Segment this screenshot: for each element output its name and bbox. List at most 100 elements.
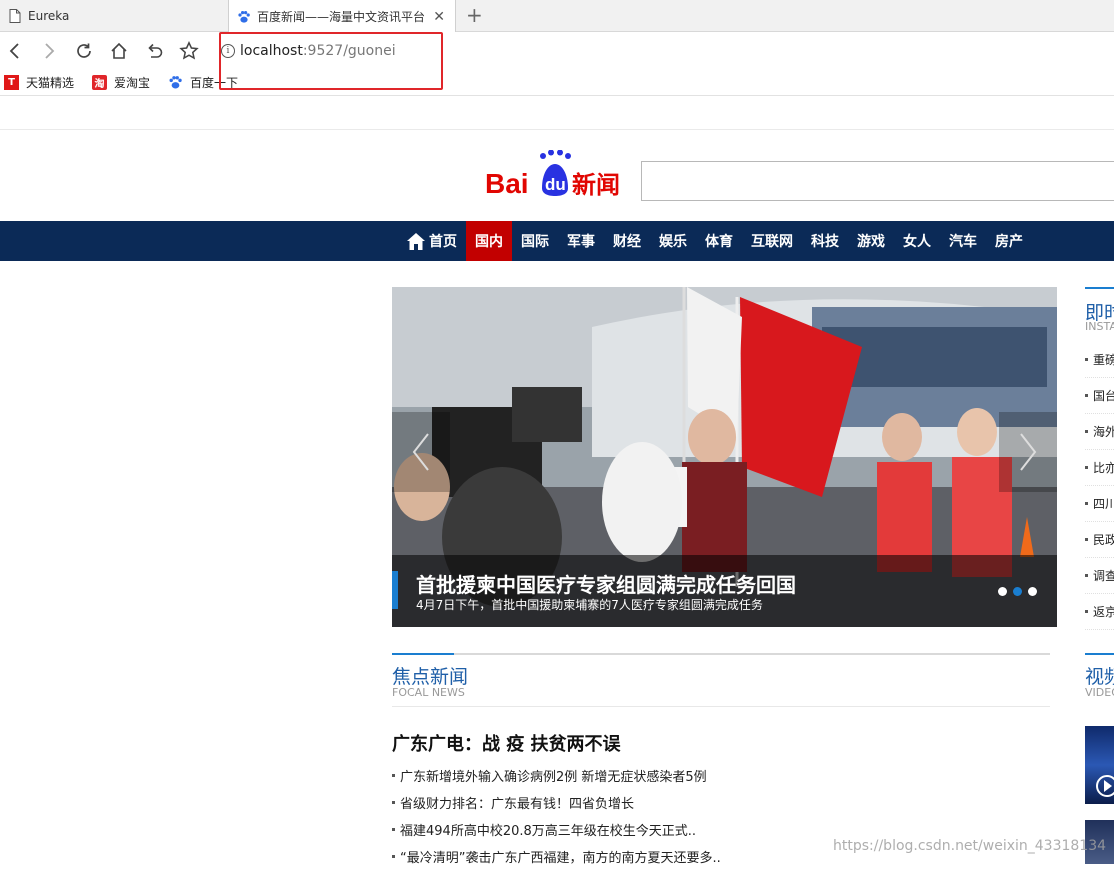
instant-news-list: 重磅 国台 海外 比亦 四川 民政 调查 返京 xyxy=(1085,342,1114,630)
news-link[interactable]: 省级财力排名：广东最有钱！四省负增长 xyxy=(400,793,634,812)
reload-button[interactable] xyxy=(73,40,95,62)
nav-item-label: 女人 xyxy=(903,234,931,250)
new-tab-button[interactable]: + xyxy=(466,5,483,25)
news-link[interactable]: 广东新增境外输入确诊病例2例 新增无症状感染者5例 xyxy=(400,766,707,785)
slider-dot-active[interactable] xyxy=(1013,587,1022,596)
back-button[interactable] xyxy=(4,40,26,62)
news-link[interactable]: 重磅 xyxy=(1093,351,1114,368)
section-divider xyxy=(1085,653,1114,655)
close-icon[interactable]: ✕ xyxy=(433,9,445,25)
slide-caption: 首批援柬中国医疗专家组圆满完成任务回国 4月7日下午，首批中国援助柬埔寨的7人医… xyxy=(392,555,1057,627)
taobao-icon: 淘 xyxy=(92,75,108,90)
list-item[interactable]: 广东新增境外输入确诊病例2例 新增无症状感染者5例 xyxy=(392,762,721,789)
svg-text:新闻: 新闻 xyxy=(572,171,620,199)
chevron-left-icon xyxy=(9,43,19,59)
list-item[interactable]: 省级财力排名：广东最有钱！四省负增长 xyxy=(392,789,721,816)
tmall-icon: T xyxy=(4,75,19,90)
slider-pagination xyxy=(992,587,1037,596)
nav-item-keji[interactable]: 科技 xyxy=(802,221,848,261)
bullet xyxy=(1085,538,1088,541)
list-item[interactable]: 国台 xyxy=(1085,378,1114,414)
forward-button[interactable] xyxy=(38,40,60,62)
baidu-news-logo[interactable]: Bai du 新闻 xyxy=(485,149,625,200)
nav-item-label: 财经 xyxy=(613,234,641,250)
news-link[interactable]: 国台 xyxy=(1093,387,1114,404)
video-thumbnail[interactable] xyxy=(1085,726,1114,804)
nav-item-label: 国内 xyxy=(475,234,503,250)
nav-item-label: 游戏 xyxy=(857,234,885,250)
list-item[interactable]: 重磅 xyxy=(1085,342,1114,378)
bookmark-label: 天猫精选 xyxy=(26,76,75,90)
news-link[interactable]: 调查 xyxy=(1093,567,1114,584)
bullet xyxy=(392,855,395,858)
favorite-button[interactable] xyxy=(178,40,200,62)
list-item[interactable]: “最冷清明”袭击广东广西福建，南方的南方夏天还要多.. xyxy=(392,843,721,870)
nav-item-hulianwang[interactable]: 互联网 xyxy=(742,221,802,261)
bookmark-tmall[interactable]: T 天猫精选 xyxy=(4,74,74,91)
nav-item-caijing[interactable]: 财经 xyxy=(604,221,650,261)
section-divider xyxy=(392,653,1050,655)
nav-item-tiyu[interactable]: 体育 xyxy=(696,221,742,261)
nav-item-label: 汽车 xyxy=(949,234,977,250)
list-item[interactable]: 比亦 xyxy=(1085,450,1114,486)
nav-item-yule[interactable]: 娱乐 xyxy=(650,221,696,261)
nav-item-label: 体育 xyxy=(705,234,733,250)
bookmark-taobao[interactable]: 淘 爱淘宝 xyxy=(92,74,150,91)
video-section-title[interactable]: 视频 xyxy=(1085,662,1114,689)
news-link[interactable]: 四川 xyxy=(1093,495,1114,512)
tab-eureka[interactable]: Eureka xyxy=(0,0,228,32)
bookmarks-bar: T 天猫精选 淘 爱淘宝 百度一下 xyxy=(0,70,1114,96)
nav-item-label: 首页 xyxy=(429,234,457,250)
news-link[interactable]: 返京 xyxy=(1093,603,1114,620)
nav-item-home[interactable]: 首页 xyxy=(398,221,466,261)
tab-title: Eureka xyxy=(28,9,70,23)
tab-baidu-news[interactable]: 百度新闻——海量中文资讯平台 ✕ xyxy=(228,0,456,33)
list-item[interactable]: 民政 xyxy=(1085,522,1114,558)
slide-title[interactable]: 首批援柬中国医疗专家组圆满完成任务回国 xyxy=(416,569,796,598)
headline-slider[interactable]: 首批援柬中国医疗专家组圆满完成任务回国 4月7日下午，首批中国援助柬埔寨的7人医… xyxy=(392,287,1057,627)
list-item[interactable]: 调查 xyxy=(1085,558,1114,594)
slider-prev-button[interactable] xyxy=(392,412,450,492)
nav-item-qiche[interactable]: 汽车 xyxy=(940,221,986,261)
search-input[interactable] xyxy=(641,161,1114,201)
baidu-paw-icon xyxy=(237,10,251,24)
news-link[interactable]: 民政 xyxy=(1093,531,1114,548)
video-section-subtitle: VIDEO xyxy=(1085,686,1114,699)
list-item[interactable]: 海外 xyxy=(1085,414,1114,450)
nav-item-label: 房产 xyxy=(995,234,1023,250)
nav-item-nvren[interactable]: 女人 xyxy=(894,221,940,261)
undo-close-button[interactable] xyxy=(143,40,165,62)
annotation-highlight-box xyxy=(219,32,443,90)
list-item[interactable]: 返京 xyxy=(1085,594,1114,630)
list-item[interactable]: 四川 xyxy=(1085,486,1114,522)
focal-news-title[interactable]: 焦点新闻 xyxy=(392,662,468,689)
news-link[interactable]: 比亦 xyxy=(1093,459,1114,476)
bullet xyxy=(1085,358,1088,361)
caption-accent-bar xyxy=(392,571,398,609)
tab-title: 百度新闻——海量中文资讯平台 xyxy=(257,10,426,24)
home-button[interactable] xyxy=(108,40,130,62)
nav-item-youxi[interactable]: 游戏 xyxy=(848,221,894,261)
star-icon xyxy=(179,41,199,60)
news-link[interactable]: 福建494所高中校20.8万高三年级在校生今天正式.. xyxy=(400,820,696,839)
nav-item-fangchan[interactable]: 房产 xyxy=(986,221,1032,261)
focal-headline[interactable]: 广东广电：战 疫 扶贫两不误 xyxy=(392,730,621,756)
watermark: https://blog.csdn.net/weixin_43318134 xyxy=(833,838,1107,854)
slider-dot[interactable] xyxy=(1028,587,1037,596)
browser-toolbar: i localhost:9527/guonei xyxy=(0,32,1114,70)
nav-item-guoji[interactable]: 国际 xyxy=(512,221,558,261)
news-link[interactable]: “最冷清明”袭击广东广西福建，南方的南方夏天还要多.. xyxy=(400,847,721,866)
nav-item-guonei[interactable]: 国内 xyxy=(466,221,512,261)
news-link[interactable]: 海外 xyxy=(1093,423,1114,440)
bullet xyxy=(1085,466,1088,469)
bullet xyxy=(1085,610,1088,613)
section-divider xyxy=(1085,287,1114,289)
nav-item-label: 娱乐 xyxy=(659,234,687,250)
bullet xyxy=(392,801,395,804)
nav-item-junshi[interactable]: 军事 xyxy=(558,221,604,261)
play-icon xyxy=(1096,775,1114,797)
slider-next-button[interactable] xyxy=(999,412,1057,492)
list-item[interactable]: 福建494所高中校20.8万高三年级在校生今天正式.. xyxy=(392,816,721,843)
reload-icon xyxy=(77,43,91,58)
slider-dot[interactable] xyxy=(998,587,1007,596)
